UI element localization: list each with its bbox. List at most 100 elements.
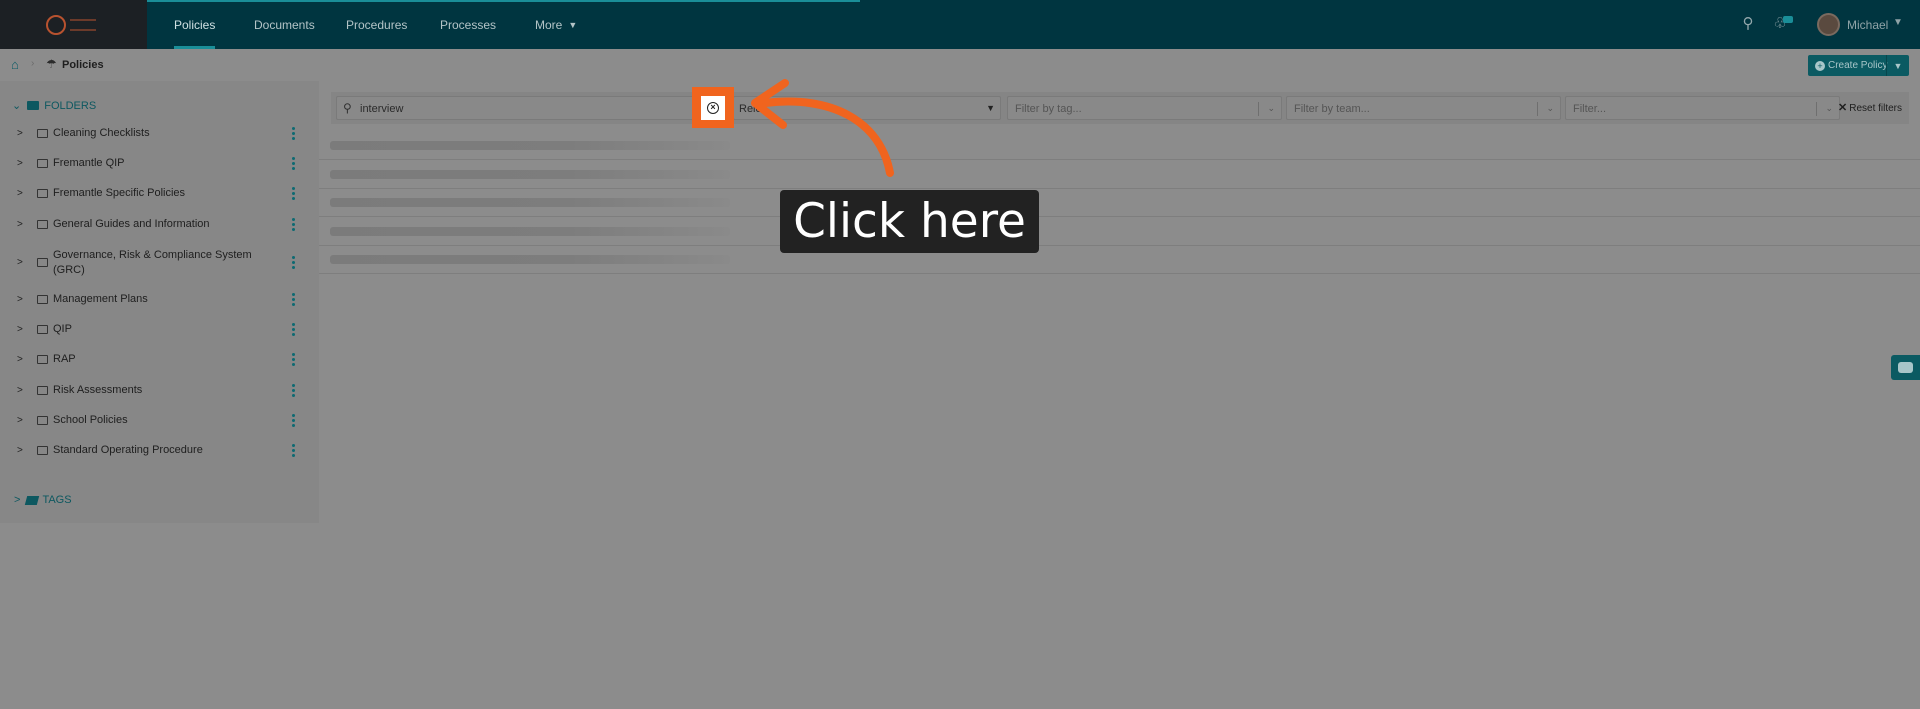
avatar[interactable] bbox=[1817, 13, 1840, 36]
folder-item[interactable]: > Standard Operating Procedure bbox=[0, 443, 319, 458]
kebab-icon[interactable] bbox=[292, 127, 295, 140]
team-filter-placeholder: Filter by team... bbox=[1294, 103, 1370, 115]
chevron-right-icon[interactable]: > bbox=[17, 445, 23, 456]
folder-label: QIP bbox=[53, 323, 72, 335]
nav-tab-label: Policies bbox=[174, 17, 216, 32]
kebab-icon[interactable] bbox=[292, 384, 295, 397]
chevron-right-icon[interactable]: > bbox=[17, 354, 23, 365]
folder-item[interactable]: > General Guides and Information bbox=[0, 217, 319, 232]
generic-filter-select[interactable]: Filter... ⌄ bbox=[1565, 96, 1840, 120]
kebab-icon[interactable] bbox=[292, 256, 295, 269]
folder-item[interactable]: > Governance, Risk & Compliance System (… bbox=[0, 247, 319, 278]
clear-search-highlight[interactable]: × bbox=[692, 87, 734, 128]
chevron-down-icon: ▼ bbox=[568, 19, 578, 30]
create-policy-dropdown-toggle[interactable]: ▼ bbox=[1886, 55, 1909, 76]
search-icon: ⚲ bbox=[343, 101, 352, 115]
kebab-icon[interactable] bbox=[292, 414, 295, 427]
folder-icon bbox=[37, 446, 48, 455]
chevron-right-icon[interactable]: > bbox=[17, 324, 23, 335]
folder-label: Fremantle QIP bbox=[53, 157, 125, 169]
search-icon[interactable]: ⚲ bbox=[1739, 15, 1757, 33]
home-icon[interactable]: ⌂ bbox=[11, 57, 19, 72]
chevron-down-icon[interactable]: ▼ bbox=[1893, 17, 1903, 28]
search-input-value: interview bbox=[360, 103, 404, 115]
nav-tab-label: Documents bbox=[254, 17, 315, 32]
skeleton-bar bbox=[330, 198, 730, 207]
chevron-down-icon: ⌄ bbox=[12, 100, 22, 112]
folder-item[interactable]: > QIP bbox=[0, 322, 319, 337]
reset-filters-button[interactable]: ✕ Reset filters bbox=[1838, 101, 1902, 114]
chevron-right-icon[interactable]: > bbox=[17, 128, 23, 139]
chevron-right-icon[interactable]: > bbox=[17, 188, 23, 199]
folder-icon bbox=[37, 355, 48, 364]
folder-item[interactable]: > Cleaning Checklists bbox=[0, 126, 319, 141]
umbrella-icon: ☂ bbox=[46, 57, 57, 71]
divider bbox=[1816, 102, 1817, 116]
loading-row bbox=[319, 131, 1920, 160]
folder-item[interactable]: > School Policies bbox=[0, 413, 319, 428]
click-here-callout: Click here bbox=[780, 190, 1039, 253]
nav-tab-label: Procedures bbox=[346, 17, 408, 32]
chevron-right-icon[interactable]: > bbox=[17, 219, 23, 230]
folder-icon bbox=[37, 325, 48, 334]
tags-label: TAGS bbox=[42, 494, 72, 506]
folder-label: Standard Operating Procedure bbox=[53, 444, 203, 456]
nav-tab-label: More bbox=[535, 17, 563, 32]
nav-tab-more[interactable]: More ▼ bbox=[535, 0, 577, 49]
divider bbox=[1258, 102, 1259, 116]
folder-item[interactable]: > Fremantle Specific Policies bbox=[0, 186, 319, 201]
chevron-right-icon[interactable]: > bbox=[17, 158, 23, 169]
search-input[interactable]: ⚲ interview bbox=[336, 96, 728, 120]
nav-tab-documents[interactable]: Documents bbox=[254, 0, 315, 49]
folders-header[interactable]: ⌄ FOLDERS bbox=[12, 99, 97, 113]
chevron-right-icon: › bbox=[31, 58, 35, 69]
kebab-icon[interactable] bbox=[292, 353, 295, 366]
nav-tab-procedures[interactable]: Procedures bbox=[346, 0, 407, 49]
reset-filters-label: Reset filters bbox=[1849, 103, 1903, 114]
folder-icon bbox=[27, 101, 40, 110]
kebab-icon[interactable] bbox=[292, 187, 295, 200]
chatbot-button[interactable] bbox=[1891, 355, 1920, 380]
folder-label: Fremantle Specific Policies bbox=[53, 187, 186, 199]
kebab-icon[interactable] bbox=[292, 444, 295, 457]
nav-tab-processes[interactable]: Processes bbox=[440, 0, 496, 49]
chevron-down-icon: ⌄ bbox=[1546, 103, 1554, 113]
plus-circle-icon: + bbox=[1815, 60, 1825, 71]
user-name[interactable]: Michael bbox=[1847, 18, 1888, 32]
kebab-icon[interactable] bbox=[292, 157, 295, 170]
folder-label: Governance, Risk & Compliance System (GR… bbox=[53, 248, 252, 276]
kebab-icon[interactable] bbox=[292, 293, 295, 306]
folder-label: RAP bbox=[53, 353, 76, 365]
folder-icon bbox=[37, 295, 48, 304]
logo-wordmark bbox=[70, 18, 96, 31]
kebab-icon[interactable] bbox=[292, 323, 295, 336]
folder-icon bbox=[37, 258, 48, 267]
folder-label: School Policies bbox=[53, 414, 128, 426]
folder-label: Risk Assessments bbox=[53, 384, 143, 396]
tags-header[interactable]: > TAGS bbox=[14, 494, 72, 506]
team-filter-select[interactable]: Filter by team... ⌄ bbox=[1286, 96, 1561, 120]
logo-mark-icon bbox=[46, 14, 66, 35]
annotation-arrow bbox=[751, 79, 894, 177]
nav-tab-policies[interactable]: Policies bbox=[174, 0, 216, 49]
folder-icon bbox=[37, 159, 48, 168]
tag-filter-select[interactable]: Filter by tag... ⌄ bbox=[1007, 96, 1282, 120]
loading-row bbox=[319, 245, 1920, 274]
folder-item[interactable]: > Management Plans bbox=[0, 292, 319, 307]
folder-item[interactable]: > Fremantle QIP bbox=[0, 156, 319, 171]
create-policy-label: Create Policy bbox=[1828, 60, 1888, 71]
folder-item[interactable]: > Risk Assessments bbox=[0, 383, 319, 398]
tag-icon bbox=[25, 495, 40, 505]
folder-icon bbox=[37, 129, 48, 138]
folder-icon bbox=[37, 189, 48, 198]
app-logo[interactable] bbox=[0, 0, 147, 49]
chevron-right-icon[interactable]: > bbox=[17, 385, 23, 396]
folder-icon bbox=[37, 386, 48, 395]
kebab-icon[interactable] bbox=[292, 218, 295, 231]
folders-label: FOLDERS bbox=[44, 99, 97, 112]
clear-search-button[interactable]: × bbox=[701, 95, 725, 120]
chevron-right-icon[interactable]: > bbox=[17, 294, 23, 305]
chevron-right-icon[interactable]: > bbox=[17, 257, 23, 268]
chevron-right-icon[interactable]: > bbox=[17, 415, 23, 426]
folder-item[interactable]: > RAP bbox=[0, 352, 319, 367]
